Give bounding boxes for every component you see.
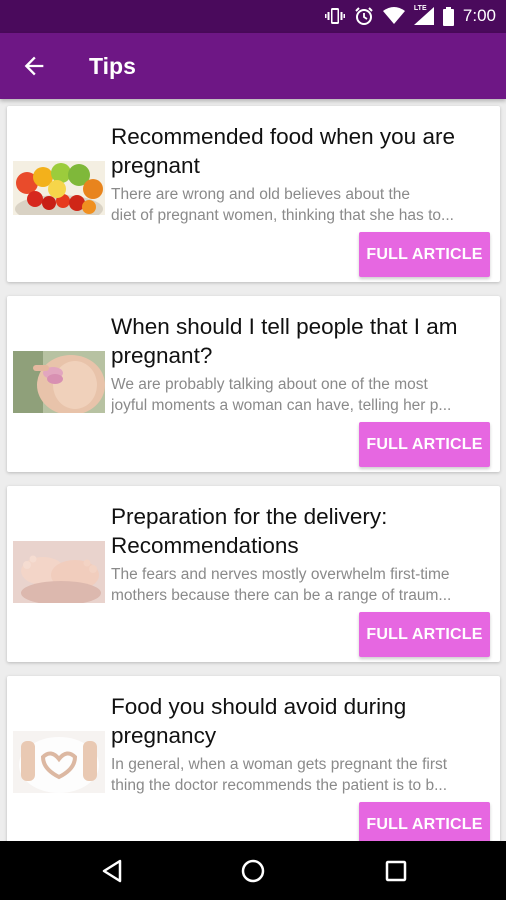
article-description: The fears and nerves mostly overwhelm fi… (111, 564, 493, 606)
description-line: thing the doctor recommends the patient … (111, 777, 448, 794)
nav-back-button[interactable] (96, 855, 128, 887)
nav-recents-icon (385, 860, 407, 882)
article-title[interactable]: Preparation for the delivery: Recommenda… (111, 502, 491, 560)
page-title: Tips (89, 53, 136, 79)
network-type-label: LTE (413, 5, 427, 12)
back-button[interactable] (20, 52, 48, 80)
article-description: In general, when a woman gets pregnant t… (111, 754, 493, 796)
description-line: diet of pregnant women, thinking that sh… (111, 207, 454, 224)
article-thumbnail-belly (13, 351, 105, 413)
article-card[interactable]: Preparation for the delivery: Recommenda… (7, 486, 500, 662)
description-line: joyful moments a woman can have, telling… (111, 397, 452, 414)
wifi-icon (382, 7, 405, 24)
fruit-image (13, 161, 105, 223)
arrow-left-icon (24, 56, 44, 76)
nav-back-icon (102, 859, 122, 883)
full-article-button[interactable]: FULL ARTICLE (359, 232, 490, 277)
description-line: There are wrong and old believes about t… (111, 186, 411, 203)
article-title[interactable]: Recommended food when you are pregnant (111, 122, 491, 180)
article-thumbnail-heart-hands (13, 731, 105, 793)
article-card[interactable]: Recommended food when you are pregnant T… (7, 106, 500, 282)
article-thumbnail-fruit (13, 161, 105, 223)
pregnant-belly-image (13, 351, 105, 413)
vibrate-icon (324, 8, 345, 24)
full-article-button[interactable]: FULL ARTICLE (359, 422, 490, 467)
heart-hands-belly-image (13, 731, 105, 793)
article-card[interactable]: Food you should avoid during pregnancy I… (7, 676, 500, 841)
nav-home-button[interactable] (237, 855, 269, 887)
status-bar: LTE 7:00 (0, 0, 506, 33)
article-description: There are wrong and old believes about t… (111, 184, 493, 226)
app-bar: Tips (0, 33, 506, 99)
full-article-button[interactable]: FULL ARTICLE (359, 802, 490, 841)
baby-feet-image (13, 541, 105, 603)
description-line: In general, when a woman gets pregnant t… (111, 756, 448, 773)
full-article-button[interactable]: FULL ARTICLE (359, 612, 490, 657)
article-title[interactable]: When should I tell people that I am preg… (111, 312, 491, 370)
article-description: We are probably talking about one of the… (111, 374, 493, 416)
alarm-icon (355, 7, 373, 25)
description-line: We are probably talking about one of the… (111, 376, 428, 393)
description-line: mothers because there can be a range of … (111, 587, 452, 604)
battery-icon (442, 6, 454, 26)
description-line: The fears and nerves mostly overwhelm fi… (111, 566, 450, 583)
cell-signal-icon: LTE (413, 5, 434, 25)
status-icons: LTE 7:00 (324, 5, 496, 27)
nav-recents-button[interactable] (380, 855, 412, 887)
system-nav-bar (0, 841, 506, 900)
article-list[interactable]: Recommended food when you are pregnant T… (0, 99, 506, 841)
article-card[interactable]: When should I tell people that I am preg… (7, 296, 500, 472)
status-time: 7:00 (462, 6, 496, 25)
article-thumbnail-baby-feet (13, 541, 105, 603)
article-title[interactable]: Food you should avoid during pregnancy (111, 692, 491, 750)
nav-home-icon (241, 859, 265, 883)
